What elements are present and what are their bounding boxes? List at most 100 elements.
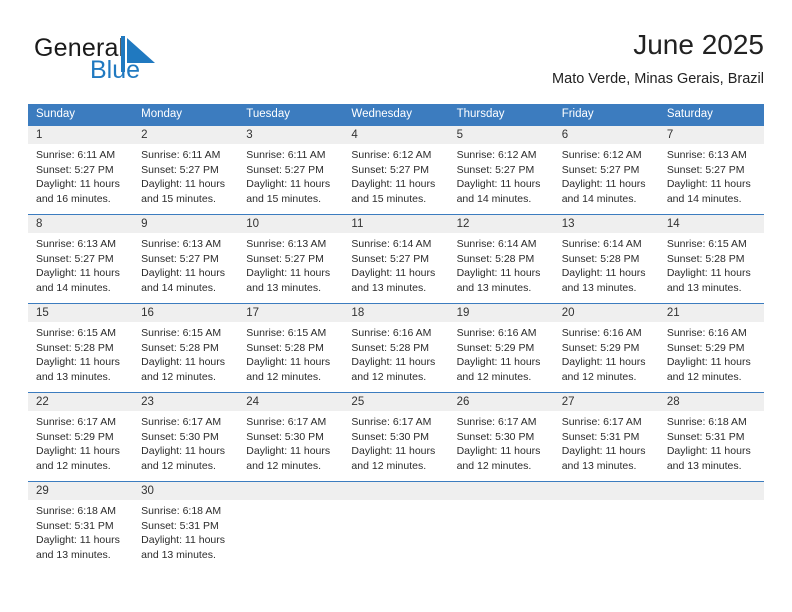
page-subtitle: Mato Verde, Minas Gerais, Brazil — [552, 71, 764, 87]
day-cell[interactable]: 5 Sunrise: 6:12 AM Sunset: 5:27 PM Dayli… — [448, 126, 554, 214]
day-details: Sunrise: 6:11 AM Sunset: 5:27 PM Dayligh… — [133, 144, 238, 206]
daylight-text-line1: Daylight: 11 hours — [36, 267, 120, 280]
day-number-band: 6 — [553, 126, 659, 144]
day-number: 19 — [456, 307, 470, 319]
sunrise-text: Sunrise: 6:15 AM — [666, 238, 747, 250]
day-number-band: 7 — [658, 126, 764, 144]
day-cell[interactable]: 26 Sunrise: 6:17 AM Sunset: 5:30 PM Dayl… — [448, 393, 554, 481]
day-details: Sunrise: 6:15 AM Sunset: 5:28 PM Dayligh… — [28, 322, 133, 384]
brand-logo[interactable]: General Blue — [28, 28, 258, 88]
day-cell[interactable]: 28 Sunrise: 6:18 AM Sunset: 5:31 PM Dayl… — [658, 393, 764, 481]
sunrise-text: Sunrise: 6:18 AM — [666, 416, 747, 428]
day-cell[interactable]: 4 Sunrise: 6:12 AM Sunset: 5:27 PM Dayli… — [343, 126, 449, 214]
day-cell[interactable]: 22 Sunrise: 6:17 AM Sunset: 5:29 PM Dayl… — [28, 393, 134, 481]
day-cell[interactable]: 14 Sunrise: 6:15 AM Sunset: 5:28 PM Dayl… — [658, 215, 764, 303]
daylight-text-line1: Daylight: 11 hours — [561, 356, 646, 369]
day-cell[interactable]: 2 Sunrise: 6:11 AM Sunset: 5:27 PM Dayli… — [133, 126, 239, 214]
sunset-text: Sunset: 5:31 PM — [666, 430, 745, 443]
day-cell[interactable]: 1 Sunrise: 6:11 AM Sunset: 5:27 PM Dayli… — [28, 126, 134, 214]
daylight-text-line2: and 12 minutes. — [456, 459, 532, 472]
daylight-text-line1: Daylight: 11 hours — [351, 445, 436, 458]
day-details: Sunrise: 6:14 AM Sunset: 5:27 PM Dayligh… — [343, 233, 448, 295]
day-number-band: 3 — [238, 126, 344, 144]
sunrise-text: Sunrise: 6:11 AM — [246, 149, 326, 161]
sunset-text: Sunset: 5:30 PM — [351, 430, 430, 443]
day-details: Sunrise: 6:15 AM Sunset: 5:28 PM Dayligh… — [659, 233, 764, 295]
day-cell[interactable]: 25 Sunrise: 6:17 AM Sunset: 5:30 PM Dayl… — [343, 393, 449, 481]
day-cell[interactable]: 19 Sunrise: 6:16 AM Sunset: 5:29 PM Dayl… — [448, 304, 554, 392]
calendar-grid: Sunday Monday Tuesday Wednesday Thursday… — [28, 104, 764, 570]
sunrise-text: Sunrise: 6:13 AM — [666, 149, 747, 161]
sunrise-text: Sunrise: 6:17 AM — [456, 416, 537, 428]
day-details: Sunrise: 6:17 AM Sunset: 5:30 PM Dayligh… — [343, 411, 448, 473]
sunrise-text: Sunrise: 6:16 AM — [351, 327, 432, 339]
day-number-band: 27 — [553, 393, 659, 411]
day-cell[interactable]: 16 Sunrise: 6:15 AM Sunset: 5:28 PM Dayl… — [133, 304, 239, 392]
day-cell[interactable]: 29 Sunrise: 6:18 AM Sunset: 5:31 PM Dayl… — [28, 482, 134, 570]
daylight-text-line1: Daylight: 11 hours — [456, 356, 541, 369]
day-number-band: 9 — [133, 215, 239, 233]
day-cell[interactable]: 12 Sunrise: 6:14 AM Sunset: 5:28 PM Dayl… — [448, 215, 554, 303]
day-cell[interactable]: 24 Sunrise: 6:17 AM Sunset: 5:30 PM Dayl… — [238, 393, 344, 481]
daylight-text-line2: and 13 minutes. — [561, 459, 637, 472]
daylight-text-line1: Daylight: 11 hours — [666, 178, 751, 191]
daylight-text-line1: Daylight: 11 hours — [456, 445, 541, 458]
day-cell[interactable]: 23 Sunrise: 6:17 AM Sunset: 5:30 PM Dayl… — [133, 393, 239, 481]
calendar-page: General Blue June 2025 Mato Verde, Minas… — [0, 0, 792, 612]
day-number: 24 — [246, 396, 260, 408]
sunset-text: Sunset: 5:30 PM — [141, 430, 219, 443]
day-number-band — [238, 482, 344, 500]
day-cell[interactable]: 6 Sunrise: 6:12 AM Sunset: 5:27 PM Dayli… — [553, 126, 659, 214]
day-cell[interactable]: 8 Sunrise: 6:13 AM Sunset: 5:27 PM Dayli… — [28, 215, 134, 303]
day-cell[interactable]: 20 Sunrise: 6:16 AM Sunset: 5:29 PM Dayl… — [553, 304, 659, 392]
day-number: 7 — [666, 129, 674, 141]
weekday-header-row: Sunday Monday Tuesday Wednesday Thursday… — [28, 104, 764, 125]
day-cell[interactable]: 21 Sunrise: 6:16 AM Sunset: 5:29 PM Dayl… — [658, 304, 764, 392]
daylight-text-line2: and 13 minutes. — [351, 281, 427, 294]
day-number-band: 22 — [28, 393, 134, 411]
day-cell[interactable]: 18 Sunrise: 6:16 AM Sunset: 5:28 PM Dayl… — [343, 304, 449, 392]
day-number-band: 29 — [28, 482, 134, 500]
day-cell[interactable]: 17 Sunrise: 6:15 AM Sunset: 5:28 PM Dayl… — [238, 304, 344, 392]
day-cell[interactable]: 11 Sunrise: 6:14 AM Sunset: 5:27 PM Dayl… — [343, 215, 449, 303]
day-number-band: 26 — [448, 393, 554, 411]
daylight-text-line2: and 14 minutes. — [456, 192, 532, 205]
daylight-text-line1: Daylight: 11 hours — [666, 356, 751, 369]
day-number-band: 8 — [28, 215, 134, 233]
sunrise-text: Sunrise: 6:12 AM — [456, 149, 537, 161]
day-number: 20 — [561, 307, 575, 319]
sunset-text: Sunset: 5:30 PM — [456, 430, 535, 443]
day-number-band: 11 — [343, 215, 449, 233]
day-number-band: 20 — [553, 304, 659, 322]
day-number-band: 5 — [448, 126, 554, 144]
day-number: 17 — [246, 307, 260, 319]
day-cell[interactable]: 7 Sunrise: 6:13 AM Sunset: 5:27 PM Dayli… — [658, 126, 764, 214]
sunrise-text: Sunrise: 6:17 AM — [246, 416, 327, 428]
sunset-text: Sunset: 5:27 PM — [666, 163, 745, 176]
day-number-band: 14 — [658, 215, 764, 233]
daylight-text-line1: Daylight: 11 hours — [36, 445, 120, 458]
day-details: Sunrise: 6:18 AM Sunset: 5:31 PM Dayligh… — [28, 500, 133, 562]
sunrise-text: Sunrise: 6:16 AM — [456, 327, 537, 339]
daylight-text-line1: Daylight: 11 hours — [666, 267, 751, 280]
day-cell[interactable]: 10 Sunrise: 6:13 AM Sunset: 5:27 PM Dayl… — [238, 215, 344, 303]
day-details: Sunrise: 6:18 AM Sunset: 5:31 PM Dayligh… — [133, 500, 238, 562]
day-cell[interactable]: 3 Sunrise: 6:11 AM Sunset: 5:27 PM Dayli… — [238, 126, 344, 214]
day-cell[interactable]: 9 Sunrise: 6:13 AM Sunset: 5:27 PM Dayli… — [133, 215, 239, 303]
weekday-header-monday: Monday — [141, 108, 183, 120]
day-details: Sunrise: 6:17 AM Sunset: 5:30 PM Dayligh… — [238, 411, 343, 473]
day-cell[interactable]: 27 Sunrise: 6:17 AM Sunset: 5:31 PM Dayl… — [553, 393, 659, 481]
day-cell[interactable]: 13 Sunrise: 6:14 AM Sunset: 5:28 PM Dayl… — [553, 215, 659, 303]
daylight-text-line1: Daylight: 11 hours — [561, 267, 646, 280]
daylight-text-line2: and 13 minutes. — [561, 281, 637, 294]
day-cell[interactable]: 30 Sunrise: 6:18 AM Sunset: 5:31 PM Dayl… — [133, 482, 239, 570]
sunset-text: Sunset: 5:28 PM — [666, 252, 745, 265]
daylight-text-line1: Daylight: 11 hours — [36, 178, 120, 191]
day-number-band: 21 — [658, 304, 764, 322]
daylight-text-line2: and 12 minutes. — [36, 459, 111, 472]
day-details: Sunrise: 6:16 AM Sunset: 5:29 PM Dayligh… — [659, 322, 764, 384]
day-cell[interactable]: 15 Sunrise: 6:15 AM Sunset: 5:28 PM Dayl… — [28, 304, 134, 392]
week-row: 1 Sunrise: 6:11 AM Sunset: 5:27 PM Dayli… — [28, 125, 764, 214]
daylight-text-line1: Daylight: 11 hours — [456, 267, 541, 280]
sunrise-text: Sunrise: 6:14 AM — [456, 238, 537, 250]
